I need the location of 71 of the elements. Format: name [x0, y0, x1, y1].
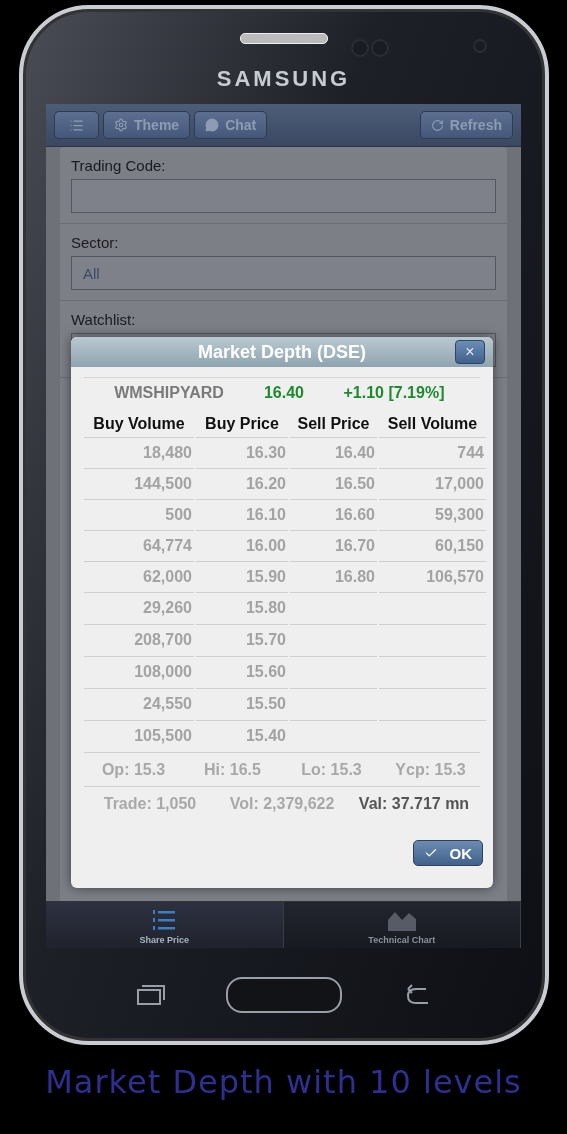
check-icon [423, 846, 438, 860]
table-cell: 62,000 [84, 561, 194, 592]
trading-code: WMSHIPYARD [113, 383, 225, 402]
table-cell: 16.70 [290, 530, 377, 561]
stat-value: Val: 37.717 mn [357, 794, 471, 813]
column-header: Buy Volume [92, 414, 186, 434]
caption: Market Depth with 10 levels [45, 1063, 522, 1101]
speech-bubble-icon [205, 118, 220, 132]
nav-tab-label: Technical Chart [368, 935, 436, 945]
table-cell: 16.50 [290, 468, 377, 499]
column-header: Sell Price [296, 414, 371, 434]
table-cell: 15.70 [196, 624, 288, 655]
input-field[interactable]: All [71, 256, 496, 290]
nav-tab-label: Share Price [139, 935, 189, 945]
table-cell: 60,150 [379, 530, 486, 561]
table-cell: 15.40 [196, 720, 288, 751]
theme-button[interactable]: Theme [103, 111, 191, 139]
table-cell: 24,550 [84, 688, 194, 719]
table-cell: 106,570 [379, 561, 486, 592]
table-cell: 144,500 [84, 468, 194, 499]
field-label: Watchlist: [71, 311, 137, 328]
home-button[interactable] [225, 976, 342, 1013]
field-label: Sector: [71, 234, 120, 251]
table-cell: 29,260 [84, 592, 194, 623]
brand-logo: SAMSUNG [216, 66, 351, 92]
table-cell: 16.80 [290, 561, 377, 592]
menu-button[interactable] [54, 111, 99, 139]
table-cell: 500 [84, 499, 194, 530]
settings-icon [114, 118, 128, 132]
table-cell: 15.90 [196, 561, 288, 592]
table-cell: 16.00 [196, 530, 288, 561]
ok-button[interactable]: OK [412, 840, 483, 866]
table-cell: 744 [379, 437, 486, 468]
numbered-list-icon [151, 908, 178, 932]
table-cell: 15.60 [196, 656, 288, 687]
table-cell: 59,300 [379, 499, 486, 530]
stat-value: Lo: 15.3 [300, 760, 363, 779]
table-cell: 15.80 [196, 592, 288, 623]
column-header: Buy Price [204, 414, 280, 434]
nav-tab[interactable]: Technical Chart [283, 902, 521, 948]
chat-button[interactable]: Chat [194, 111, 268, 139]
table-cell: 105,500 [84, 720, 194, 751]
table-cell: 208,700 [84, 624, 194, 655]
refresh-icon [430, 118, 444, 132]
last-price: 16.40 [262, 383, 305, 402]
recent-apps-icon [135, 983, 166, 1006]
dialog-title: Market Depth (DSE) [198, 341, 366, 363]
input-field[interactable] [71, 179, 496, 213]
table-cell: 18,480 [84, 437, 194, 468]
stat-value: Hi: 16.5 [203, 760, 262, 779]
table-cell: 15.50 [196, 688, 288, 719]
menu-icon [69, 117, 84, 133]
table-cell: 16.60 [290, 499, 377, 530]
area-chart-icon [386, 910, 417, 932]
table-cell: 64,774 [84, 530, 194, 561]
refresh-button[interactable]: Refresh [419, 111, 513, 139]
stat-value: Op: 15.3 [100, 760, 167, 779]
table-cell: 16.40 [290, 437, 377, 468]
field-label: Trading Code: [71, 157, 167, 174]
table-cell: 17,000 [379, 468, 486, 499]
close-button[interactable]: × [455, 340, 485, 364]
table-cell: 16.20 [196, 468, 288, 499]
table-cell: 16.10 [196, 499, 288, 530]
table-cell: 16.30 [196, 437, 288, 468]
table-cell: 108,000 [84, 656, 194, 687]
stat-value: Vol: 2,379,622 [228, 794, 336, 813]
stat-value: Ycp: 15.3 [394, 760, 467, 779]
price-change: +1.10 [7.19%] [342, 383, 446, 402]
stat-value: Trade: 1,050 [102, 794, 198, 813]
nav-tab[interactable]: Share Price [46, 902, 284, 948]
column-header: Sell Volume [386, 414, 479, 434]
